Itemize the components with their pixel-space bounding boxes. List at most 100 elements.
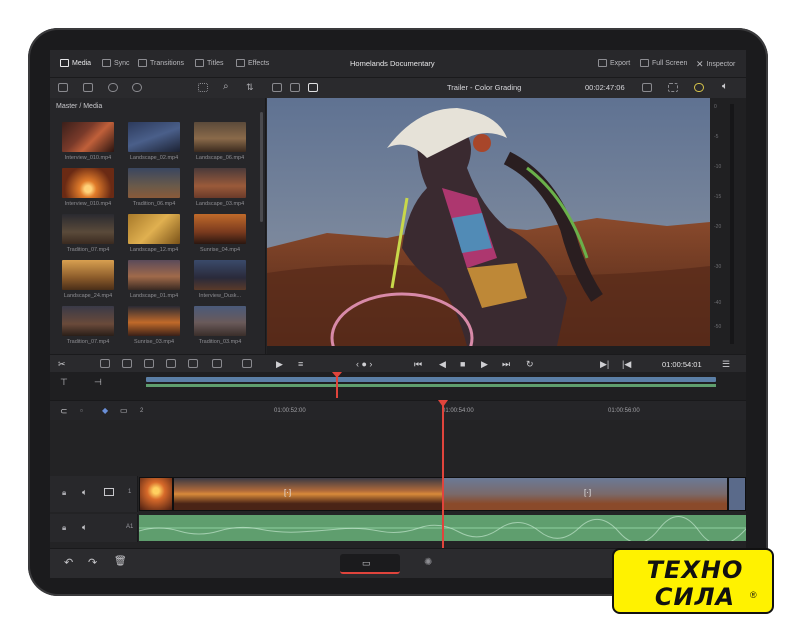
loop-icon[interactable]: ↻ [526, 359, 534, 370]
stop-icon[interactable]: ■ [460, 359, 465, 369]
transport-bar: ✂ ▶︎ ≡ ‹ ● › ⏮︎ ◀︎ ■ ▶︎ ⏭︎ ↻ ▶︎| |◀︎ 01:… [50, 354, 746, 372]
snap-icon[interactable]: ⊣ [94, 377, 102, 388]
media-item-label: Tradition_07.mp4 [66, 339, 110, 345]
prev-marker-icon[interactable]: ▶︎| [600, 359, 609, 370]
import-icon[interactable] [83, 83, 93, 92]
media-thumbnail[interactable] [128, 168, 180, 198]
link-icon[interactable] [132, 83, 142, 92]
timeline-clip[interactable]: [·] [173, 477, 443, 511]
timeline-clip[interactable]: [·] [443, 477, 728, 511]
mixer-icon[interactable]: ≡ [298, 359, 303, 369]
effects-tab-label: Effects [248, 59, 270, 67]
jog-control-icon[interactable]: ‹ ● › [356, 359, 372, 369]
blade-tool-icon[interactable]: ✂ [58, 359, 66, 370]
logo-registered-mark: ® [750, 590, 757, 600]
magnet-icon[interactable]: ⊂ [60, 406, 68, 417]
effects-tab[interactable]: Effects [236, 59, 269, 67]
flag-icon[interactable]: ▭ [120, 406, 128, 415]
media-thumbnail[interactable] [128, 306, 180, 336]
media-tab[interactable]: Media [60, 59, 91, 67]
next-marker-icon[interactable]: |◀︎ [622, 359, 631, 370]
media-thumbnail[interactable] [194, 122, 246, 152]
film-strip-icon[interactable] [308, 83, 318, 92]
track-tools-icon[interactable]: ⊤ [60, 377, 68, 388]
media-breadcrumb[interactable]: Master / Media [56, 103, 102, 110]
transition-icon[interactable]: [·] [584, 488, 591, 497]
inspector-button[interactable]: ✕ Inspector [696, 59, 735, 70]
lock-icon[interactable]: 🔒︎ [62, 523, 66, 533]
append-icon[interactable] [188, 359, 198, 368]
media-thumbnail[interactable] [194, 306, 246, 336]
delete-icon[interactable]: 🗑︎ [114, 556, 127, 567]
play-to-timeline-icon[interactable]: ▶︎ [276, 359, 283, 370]
play-icon[interactable]: ▶︎ [481, 359, 488, 370]
media-thumbnail[interactable] [62, 260, 114, 290]
speaker-icon[interactable]: 🔈︎ [722, 81, 728, 92]
timeline-clip[interactable] [139, 477, 173, 511]
media-thumbnail[interactable] [62, 122, 114, 152]
color-page-icon[interactable]: ✺ [424, 557, 432, 568]
color-wheel-icon[interactable] [694, 83, 704, 92]
video-preview[interactable] [267, 98, 710, 346]
insert-clip-icon[interactable] [100, 359, 110, 368]
sort-icon[interactable]: ⇅ [246, 82, 254, 93]
media-thumbnail[interactable] [128, 122, 180, 152]
meter-tick-label: -10 [714, 164, 722, 170]
meter-tick-label: -50 [714, 324, 722, 330]
media-thumbnail[interactable] [62, 306, 114, 336]
source-view-icon[interactable] [272, 83, 282, 92]
viewer-clip-title[interactable]: Trailer - Color Grading [447, 83, 521, 92]
timeline-playhead[interactable] [442, 400, 444, 548]
overwrite-clip-icon[interactable] [122, 359, 132, 368]
sync-clips-icon[interactable] [108, 83, 118, 92]
media-item-label: Interview_Dusk... [198, 293, 242, 299]
edit-page-button[interactable]: ▭ [340, 554, 400, 574]
mini-timeline[interactable]: ⊤ ⊣ [50, 372, 746, 400]
ruler-label: 01:00:56:00 [608, 408, 640, 414]
go-to-start-icon[interactable]: ⏮︎ [414, 359, 422, 370]
media-thumbnail[interactable] [128, 260, 180, 290]
full-screen-button[interactable]: Full Screen [640, 59, 687, 67]
ripple-icon[interactable] [212, 359, 222, 368]
titles-tab[interactable]: Titles [195, 59, 223, 67]
media-thumbnail[interactable] [194, 214, 246, 244]
video-toggle-icon[interactable] [104, 488, 114, 496]
transition-icon[interactable]: [·] [284, 488, 291, 497]
media-item-label: Landscape_06.mp4 [195, 155, 245, 161]
media-thumbnail[interactable] [194, 168, 246, 198]
close-up-icon[interactable] [242, 359, 252, 368]
marker-icon[interactable]: ◆ [102, 406, 108, 415]
overlay-icon[interactable] [290, 83, 300, 92]
media-thumbnail[interactable] [194, 260, 246, 290]
grid-view-icon[interactable] [198, 83, 208, 92]
timeline-clip[interactable] [728, 477, 746, 511]
full-screen-icon [640, 59, 649, 67]
media-thumbnail[interactable] [62, 214, 114, 244]
place-on-top-icon[interactable] [166, 359, 176, 368]
sync-tab[interactable]: Sync [102, 59, 130, 67]
go-to-end-icon[interactable]: ⏭︎ [502, 359, 510, 370]
export-button[interactable]: Export [598, 59, 630, 67]
transform-icon[interactable] [642, 83, 652, 92]
redo-icon[interactable]: ↷ [88, 556, 97, 569]
lock-icon[interactable]: 🔒︎ [62, 488, 66, 498]
titles-icon [195, 59, 204, 67]
audio-toggle-icon[interactable]: 🔈︎ [82, 522, 87, 533]
undo-icon[interactable]: ↶ [64, 556, 73, 569]
media-thumbnail[interactable] [128, 214, 180, 244]
top-bar: Media Sync Transitions Titles Effects Ho… [50, 50, 746, 78]
panel-toggle-icon[interactable] [58, 83, 68, 92]
transitions-tab[interactable]: Transitions [138, 59, 184, 67]
crop-icon[interactable] [668, 83, 678, 92]
meter-tick-label: -15 [714, 194, 722, 200]
ruler-label: 2 [140, 408, 144, 414]
audio-toggle-icon[interactable]: 🔈︎ [82, 487, 87, 498]
reverse-icon[interactable]: ◀︎ [439, 359, 446, 370]
menu-icon[interactable]: ☰ [722, 359, 730, 370]
replace-clip-icon[interactable] [144, 359, 154, 368]
timeline-ruler[interactable]: ⊂ ▫ ◆ ▭ 2 01:00:52:00 01:00:54:00 01:00:… [50, 400, 746, 420]
track-height-icon[interactable]: ▫ [80, 406, 83, 415]
media-scrollbar[interactable] [260, 112, 263, 222]
search-icon[interactable]: ⌕ [223, 81, 229, 92]
media-thumbnail[interactable] [62, 168, 114, 198]
